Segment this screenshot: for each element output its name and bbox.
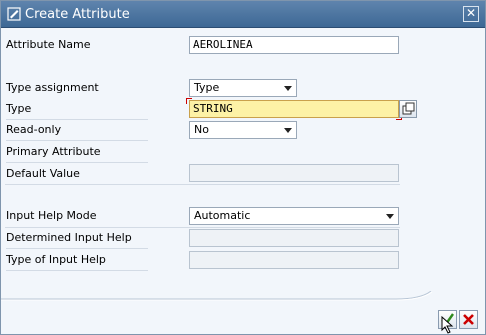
title-bar[interactable]: Create Attribute ✕ [1,1,485,28]
determined-input-help-input[interactable] [189,229,399,247]
type-assignment-dropdown[interactable]: Type [189,79,297,97]
type-assignment-value: Type [194,81,220,94]
type-assignment-label: Type assignment [6,81,99,94]
dialog-title: Create Attribute [25,7,130,22]
attribute-name-label: Attribute Name [6,38,91,51]
chevron-down-icon[interactable] [386,214,394,219]
cancel-button[interactable] [459,310,478,329]
type-of-input-help-input[interactable] [189,251,399,269]
copy-icon [402,102,415,115]
determined-input-help-label: Determined Input Help [6,228,148,249]
input-help-mode-dropdown[interactable]: Automatic [189,207,399,225]
chevron-down-icon[interactable] [284,128,292,133]
copy-button[interactable] [399,100,417,118]
attribute-name-input[interactable]: AEROLINEA [189,36,399,54]
create-attribute-dialog: Create Attribute ✕ Attribute Name AEROLI… [0,0,486,335]
primary-attribute-label: Primary Attribute [6,142,148,163]
footer-divider [1,291,433,301]
input-help-mode-value: Automatic [194,209,251,222]
type-input[interactable]: STRING [189,100,399,118]
chevron-down-icon[interactable] [284,86,292,91]
default-value-label: Default Value [6,164,148,185]
x-icon [463,314,474,325]
read-only-value: No [194,123,209,136]
mouse-pointer-icon [441,316,454,334]
default-value-input[interactable] [189,164,399,182]
read-only-label: Read-only [6,120,148,141]
input-help-mode-label: Input Help Mode [6,209,97,222]
document-edit-icon [7,7,21,21]
read-only-dropdown[interactable]: No [189,121,297,139]
type-of-input-help-label: Type of Input Help [6,250,148,271]
divider [5,184,400,185]
close-button[interactable]: ✕ [463,6,479,22]
required-corner-marker [186,98,192,104]
type-label: Type [6,99,148,120]
